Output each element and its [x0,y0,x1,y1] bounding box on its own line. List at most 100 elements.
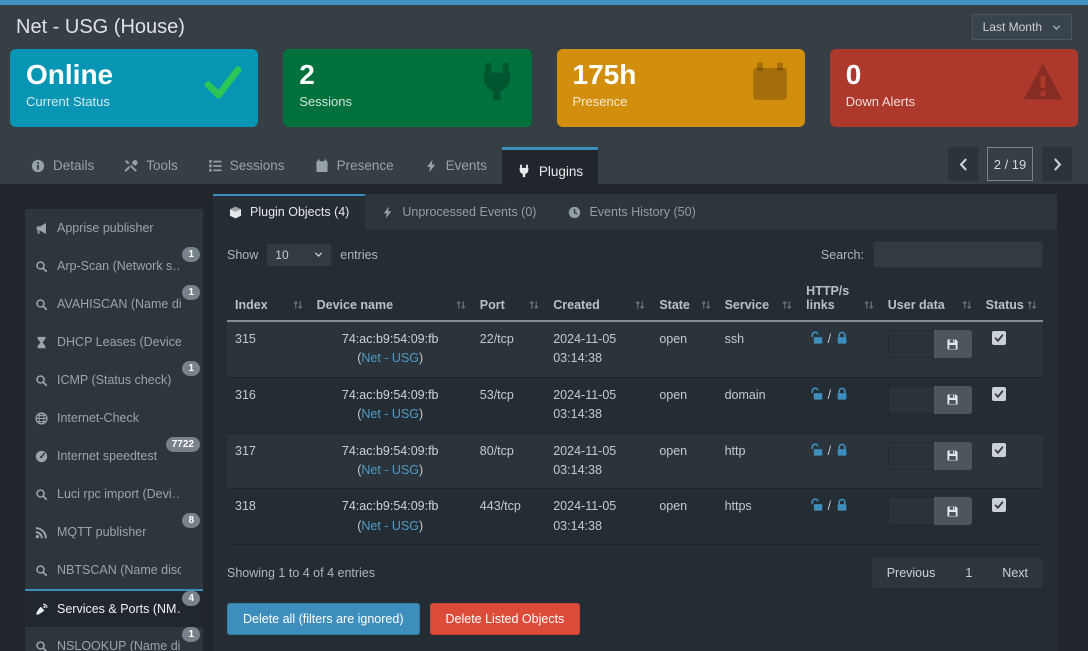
tab-label: Plugins [539,164,583,179]
links-separator: / [828,444,831,458]
user-data-input[interactable] [888,442,934,470]
device-tab[interactable]: Tools [109,147,193,184]
floppy-icon [946,505,959,518]
http-unlock-icon[interactable] [810,498,824,512]
device-tab[interactable]: Details [16,147,109,184]
tab-label: Details [53,158,94,173]
period-selector[interactable]: Last Month [972,14,1072,40]
column-header[interactable]: Status [978,280,1043,321]
delete-listed-button[interactable]: Delete Listed Objects [430,603,581,635]
column-header[interactable]: Port [472,280,545,321]
sidebar-plugin-item[interactable]: NSLOOKUP (Name di… 1 [25,627,203,651]
device-tab[interactable]: Presence [300,147,409,184]
status-checkbox[interactable] [992,498,1006,512]
device-prev-button[interactable] [948,147,978,181]
http-unlock-icon[interactable] [810,387,824,401]
check-icon [202,61,244,103]
sidebar-plugin-item[interactable]: Internet-Check [25,399,203,437]
device-link[interactable]: Net - USG [361,519,419,533]
entries-label: entries [340,248,378,262]
bolt-icon [381,206,394,219]
status-checkbox[interactable] [992,387,1006,401]
next-page-button[interactable]: Next [987,558,1043,588]
table-search-input[interactable] [873,241,1043,268]
save-user-data-button[interactable] [934,330,972,358]
save-user-data-button[interactable] [934,497,972,525]
cell-state: open [651,489,716,545]
sidebar-plugin-item[interactable]: MQTT publisher 8 [25,513,203,551]
user-data-input[interactable] [888,386,934,414]
device-link[interactable]: Net - USG [361,351,419,365]
column-header[interactable]: Device name [309,280,472,321]
https-lock-icon[interactable] [835,498,849,512]
user-data-input[interactable] [888,497,934,525]
https-lock-icon[interactable] [835,443,849,457]
user-data-input[interactable] [888,330,934,358]
plugin-tab[interactable]: Events History (50) [552,194,711,229]
sidebar-plugin-item[interactable]: Services & Ports (NM… 4 [25,589,203,627]
column-header[interactable]: Service [717,280,799,321]
floppy-icon [946,449,959,462]
plugin-tab[interactable]: Unprocessed Events (0) [365,194,552,229]
count-badge: 1 [182,627,200,642]
page-number-button[interactable]: 1 [950,558,987,588]
check-icon [994,389,1004,399]
http-unlock-icon[interactable] [810,331,824,345]
device-pager-count: 2 / 19 [987,147,1033,181]
http-unlock-icon[interactable] [810,443,824,457]
cell-index: 315 [227,321,309,377]
column-header[interactable]: HTTP/s links [798,280,880,321]
column-header-label: Port [480,298,505,312]
status-checkbox[interactable] [992,443,1006,457]
sidebar-plugin-item[interactable]: Luci rpc import (Devi… [25,475,203,513]
plugin-tabs: Plugin Objects (4) Unprocessed Events (0… [213,194,1057,229]
device-link[interactable]: Net - USG [361,463,419,477]
created-date: 2024-11-05 [553,386,643,405]
column-header-label: State [659,298,690,312]
sidebar-item-label: NBTSCAN (Name disc… [57,563,181,577]
chevron-down-icon [314,250,323,259]
sidebar-item-label: Internet-Check [57,411,139,425]
device-link[interactable]: Net - USG [361,407,419,421]
cell-index: 316 [227,377,309,433]
created-time: 03:14:38 [553,405,643,424]
column-header[interactable]: Created [545,280,651,321]
device-next-button[interactable] [1042,147,1072,181]
links-separator: / [828,388,831,402]
save-user-data-button[interactable] [934,386,972,414]
sidebar-item-label: AVAHISCAN (Name di… [57,297,181,311]
column-header[interactable]: Index [227,280,309,321]
https-lock-icon[interactable] [835,331,849,345]
https-lock-icon[interactable] [835,387,849,401]
sidebar-plugin-item[interactable]: Apprise publisher [25,209,203,247]
sidebar-plugin-item[interactable]: ICMP (Status check) 1 [25,361,203,399]
page-size-select[interactable]: 10 [266,243,332,267]
plugin-tab[interactable]: Plugin Objects (4) [213,194,365,229]
device-tab[interactable]: Sessions [193,147,300,184]
device-tab[interactable]: Plugins [502,147,598,192]
column-header[interactable]: State [651,280,716,321]
sidebar-plugin-item[interactable]: AVAHISCAN (Name di… 1 [25,285,203,323]
column-header-label: HTTP/s links [806,284,849,312]
sidebar-plugin-item[interactable]: Arp-Scan (Network s… 1 [25,247,203,285]
device-tab[interactable]: Events [409,147,502,184]
calendar-icon [315,159,329,173]
gauge-icon [35,450,48,463]
search-icon [35,488,48,501]
cell-device-name: 74:ac:b9:54:09:fb Net - USG [309,433,472,489]
sidebar-plugin-item[interactable]: DHCP Leases (Device … [25,323,203,361]
column-header[interactable]: User data [880,280,978,321]
links-separator: / [828,332,831,346]
sidebar-plugin-item[interactable]: Internet speedtest 7722 [25,437,203,475]
status-card: 175h Presence [557,49,805,127]
globe-icon [35,412,48,425]
save-user-data-button[interactable] [934,442,972,470]
sidebar-plugin-item[interactable]: NBTSCAN (Name disc… [25,551,203,589]
sidebar-item-label: Apprise publisher [57,221,154,235]
created-date: 2024-11-05 [553,442,643,461]
delete-all-button[interactable]: Delete all (filters are ignored) [227,603,420,635]
info-icon [31,159,45,173]
previous-page-button[interactable]: Previous [872,558,951,588]
cell-user-data [880,321,978,377]
status-checkbox[interactable] [992,331,1006,345]
